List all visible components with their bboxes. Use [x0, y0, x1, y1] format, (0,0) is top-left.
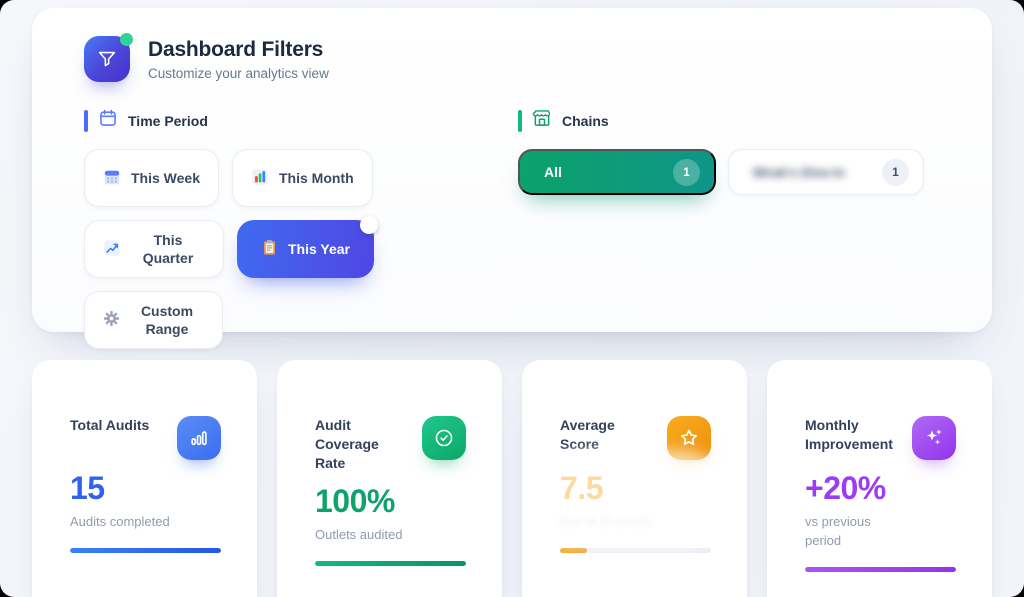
chains-label: Chains: [562, 113, 609, 129]
clipboard-icon: [261, 239, 278, 259]
time-button-this-year[interactable]: This Year: [237, 220, 374, 278]
stat-title: Audit Coverage Rate: [315, 416, 410, 473]
progress-bar: [70, 548, 221, 553]
progress-track: [70, 548, 221, 553]
filter-card-titles: Dashboard Filters Customize your analyti…: [148, 37, 329, 80]
funnel-icon: [84, 36, 130, 82]
filter-card-header: Dashboard Filters Customize your analyti…: [84, 36, 940, 82]
time-button-this-month[interactable]: This Month: [232, 149, 373, 207]
time-button-custom-range[interactable]: Custom Range: [84, 291, 223, 349]
chain-button-redacted[interactable]: Mirak's Dine-In 1: [728, 149, 924, 195]
chain-buttons: All 1 Mirak's Dine-In 1: [518, 149, 940, 195]
selected-dot: [360, 216, 378, 234]
stat-card-average-score: Average Score 7.5 Out of 10 points: [522, 360, 747, 597]
stat-value: 15: [70, 470, 221, 507]
stat-card-total-audits: Total Audits 15 Audits completed: [32, 360, 257, 597]
time-period-label: Time Period: [128, 113, 208, 129]
count-badge: 1: [673, 159, 700, 186]
stat-value: +20%: [805, 470, 956, 507]
dashboard-filters-card: Dashboard Filters Customize your analyti…: [32, 8, 992, 332]
page-subtitle: Customize your analytics view: [148, 66, 329, 81]
accent-bar: [84, 110, 88, 132]
time-button-label: This Quarter: [131, 231, 205, 267]
page-title: Dashboard Filters: [148, 37, 329, 62]
trend-up-icon: [103, 239, 121, 260]
stats-row: Total Audits 15 Audits completed Audit C…: [32, 360, 992, 597]
bar-chart-icon: [251, 168, 269, 189]
chain-label: All: [544, 164, 562, 180]
chain-label-redacted: Mirak's Dine-In: [753, 165, 845, 180]
chain-button-all[interactable]: All 1: [518, 149, 716, 195]
bar-chart-icon: [177, 416, 221, 460]
time-period-buttons: This Week This Month: [84, 149, 504, 349]
sparkles-icon: [912, 416, 956, 460]
calendar-grid-icon: [103, 168, 121, 189]
stat-value: 100%: [315, 483, 466, 520]
dashboard-page: Dashboard Filters Customize your analyti…: [0, 0, 1024, 597]
time-button-label: This Year: [288, 240, 350, 258]
progress-track: [560, 548, 711, 553]
time-period-section: Time Period: [84, 108, 504, 349]
count-badge: 1: [882, 159, 909, 186]
stat-sublabel-redacted: Out of 10 points: [560, 513, 665, 532]
stat-value: 7.5: [560, 470, 711, 507]
time-button-this-week[interactable]: This Week: [84, 149, 219, 207]
stat-sublabel: Outlets audited: [315, 526, 420, 545]
calendar-outline-icon: [98, 108, 118, 133]
time-button-label: This Month: [279, 169, 354, 187]
stat-sublabel: Audits completed: [70, 513, 175, 532]
star-icon: [667, 416, 711, 460]
time-button-label: This Week: [131, 169, 200, 187]
status-dot: [120, 33, 133, 46]
time-button-label: Custom Range: [130, 302, 204, 338]
progress-track: [805, 567, 956, 572]
progress-bar: [560, 548, 587, 553]
chains-section: Chains All 1 Mirak's Dine-In 1: [518, 108, 940, 349]
stat-card-audit-coverage: Audit Coverage Rate 100% Outlets audited: [277, 360, 502, 597]
stat-card-monthly-improvement: Monthly Improvement +20% vs previous per…: [767, 360, 992, 597]
stat-title: Monthly Improvement: [805, 416, 900, 454]
check-circle-icon: [422, 416, 466, 460]
time-button-this-quarter[interactable]: This Quarter: [84, 220, 224, 278]
stat-title: Average Score: [560, 416, 655, 454]
stat-sublabel: vs previous period: [805, 513, 910, 551]
stat-title: Total Audits: [70, 416, 149, 435]
gear-icon: [103, 310, 120, 330]
storefront-icon: [532, 108, 552, 133]
progress-bar: [805, 567, 956, 572]
progress-bar: [315, 561, 466, 566]
accent-bar: [518, 110, 522, 132]
progress-track: [315, 561, 466, 566]
